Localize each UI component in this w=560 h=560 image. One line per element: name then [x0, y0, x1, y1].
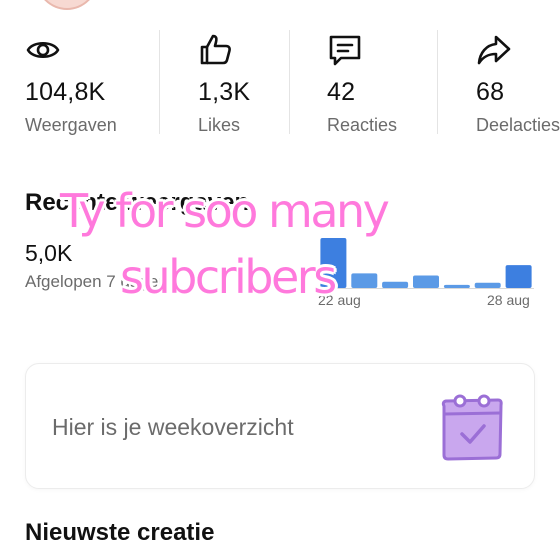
chart-baseline	[318, 288, 534, 289]
chart-x-label-end: 28 aug	[487, 292, 530, 308]
comments-count: 42	[327, 78, 356, 106]
views-count: 104,8K	[25, 78, 106, 106]
stat-shares: 68 Deelacties	[476, 30, 560, 136]
overlay-text-line-2: subcribers	[120, 250, 337, 304]
chart-bar-25-aug[interactable]	[413, 275, 439, 289]
recent-views-value: 5,0K	[25, 240, 73, 266]
newest-creation-title: Nieuwste creatie	[25, 519, 215, 546]
views-label: Weergaven	[25, 115, 117, 135]
likes-count: 1,3K	[198, 78, 251, 106]
likes-label: Likes	[198, 115, 241, 135]
overlay-text-line-1: Ty for soo many	[60, 184, 390, 238]
chart-bar-28-aug[interactable]	[505, 265, 532, 288]
chart-bar-23-aug[interactable]	[351, 273, 378, 288]
comments-label: Reacties	[327, 115, 398, 135]
recent-views-chart[interactable]	[318, 230, 534, 288]
weekly-overview-text: Hier is je weekoverzicht	[52, 414, 294, 440]
calendar-check-icon	[441, 394, 503, 461]
avatar[interactable]	[36, 0, 98, 10]
shares-count: 68	[476, 78, 505, 106]
stat-views: 104,8K Weergaven	[25, 30, 155, 136]
stat-likes: 1,3K Likes	[198, 30, 288, 136]
stat-comments: 42 Reacties	[327, 30, 427, 136]
eye-icon	[26, 41, 60, 59]
share-icon	[477, 35, 511, 65]
thumbs-up-icon	[200, 34, 231, 65]
shares-label: Deelacties	[476, 115, 560, 135]
divider	[437, 30, 438, 134]
divider	[289, 30, 290, 134]
divider	[159, 30, 160, 134]
comment-icon	[329, 35, 361, 66]
weekly-overview-card[interactable]: Hier is je weekoverzicht	[25, 363, 535, 489]
